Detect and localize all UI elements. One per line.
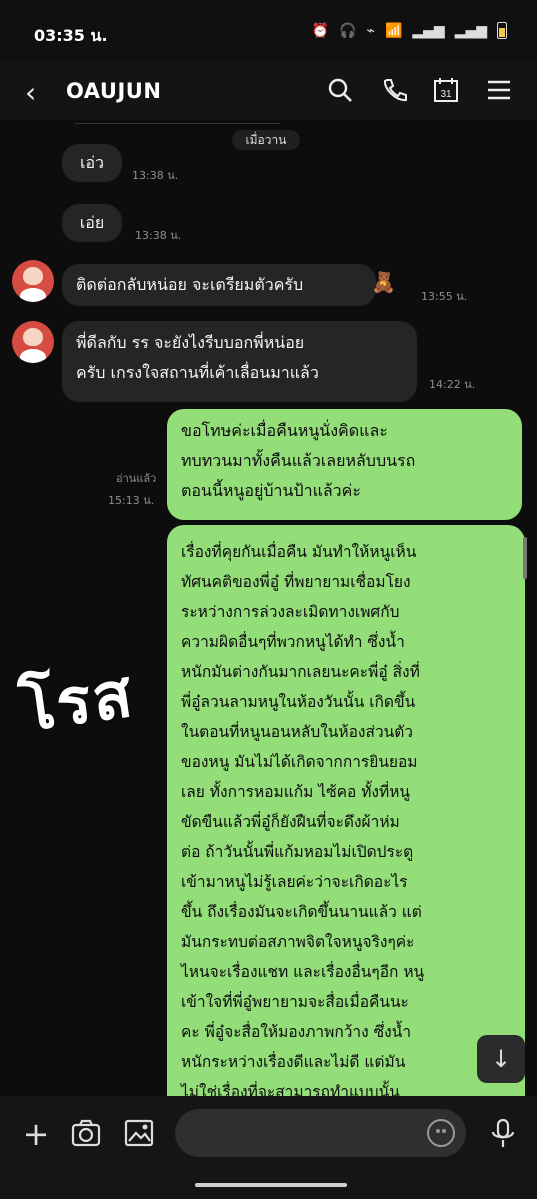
chat-title: OAUJUN [66,79,162,103]
alarm-icon: ⏰ [311,22,330,39]
avatar[interactable] [12,321,54,363]
message-bubble[interactable]: เอ่ย [62,204,122,242]
status-time: 03:35 น. [34,26,108,45]
calendar-icon[interactable]: 31 [432,76,460,104]
signal-icon: ▂▄▆ [412,22,445,39]
watermark-text: โรส [15,657,139,747]
chat-header: ‹ OAUJUN 31 [0,62,537,120]
vibrate-icon: ⌁ [366,22,375,39]
scrollbar[interactable] [523,537,527,579]
avatar[interactable] [12,260,54,302]
microphone-icon[interactable] [488,1117,518,1149]
message-time: 13:38 น. [132,169,179,182]
search-icon[interactable] [326,76,354,104]
chat-screen: 03:35 น. ⏰ 🎧 ⌁ 📶 ▂▄▆ ▂▄▆ ‹ OAUJUN 31 เมื… [0,0,537,1199]
message-time: 13:38 น. [135,229,182,242]
message-bubble[interactable]: ขอโทษค่ะเมื่อคืนหนูนั่งคิดและ ทบทวนมาทั้… [167,409,522,520]
message-bubble[interactable]: ติดต่อกลับหน่อย จะเตรียมตัวครับ [62,264,376,306]
signal-icon-2: ▂▄▆ [454,22,487,39]
message-time: 15:13 น. [108,494,155,507]
wifi-icon: 📶 [384,22,403,39]
svg-text:31: 31 [440,89,452,100]
home-indicator [195,1183,347,1187]
date-divider: เมื่อวาน [232,130,300,150]
bear-emoji-icon: 🧸 [371,270,396,294]
message-bubble[interactable]: เอ่ว [62,144,122,182]
message-bubble[interactable]: พี่ดีลกับ รร จะยังไงรีบบอกพี่หน่อย ครับ … [62,321,417,402]
battery-icon [497,22,507,39]
menu-icon[interactable] [485,76,513,104]
emoji-icon[interactable] [427,1119,455,1147]
message-input[interactable] [175,1109,466,1157]
read-status: อ่านแล้ว [116,472,157,485]
message-bubble[interactable]: เรื่องที่คุยกันเมื่อคืน มันทำให้หนูเห็น … [167,525,525,1137]
camera-icon[interactable] [70,1117,102,1149]
image-icon[interactable] [123,1117,155,1149]
plus-icon[interactable]: + [20,1118,52,1150]
message-time: 14:22 น. [429,378,476,391]
headphones-icon: 🎧 [339,22,357,39]
phone-icon[interactable] [380,76,408,104]
status-icons: ⏰ 🎧 ⌁ 📶 ▂▄▆ ▂▄▆ [312,22,507,39]
date-divider-line [75,123,280,124]
message-time: 13:55 น. [421,290,468,303]
status-bar: 03:35 น. ⏰ 🎧 ⌁ 📶 ▂▄▆ ▂▄▆ [0,0,537,62]
back-arrow-icon[interactable]: ‹ [25,76,36,109]
scroll-down-button[interactable]: ↓ [477,1035,525,1083]
